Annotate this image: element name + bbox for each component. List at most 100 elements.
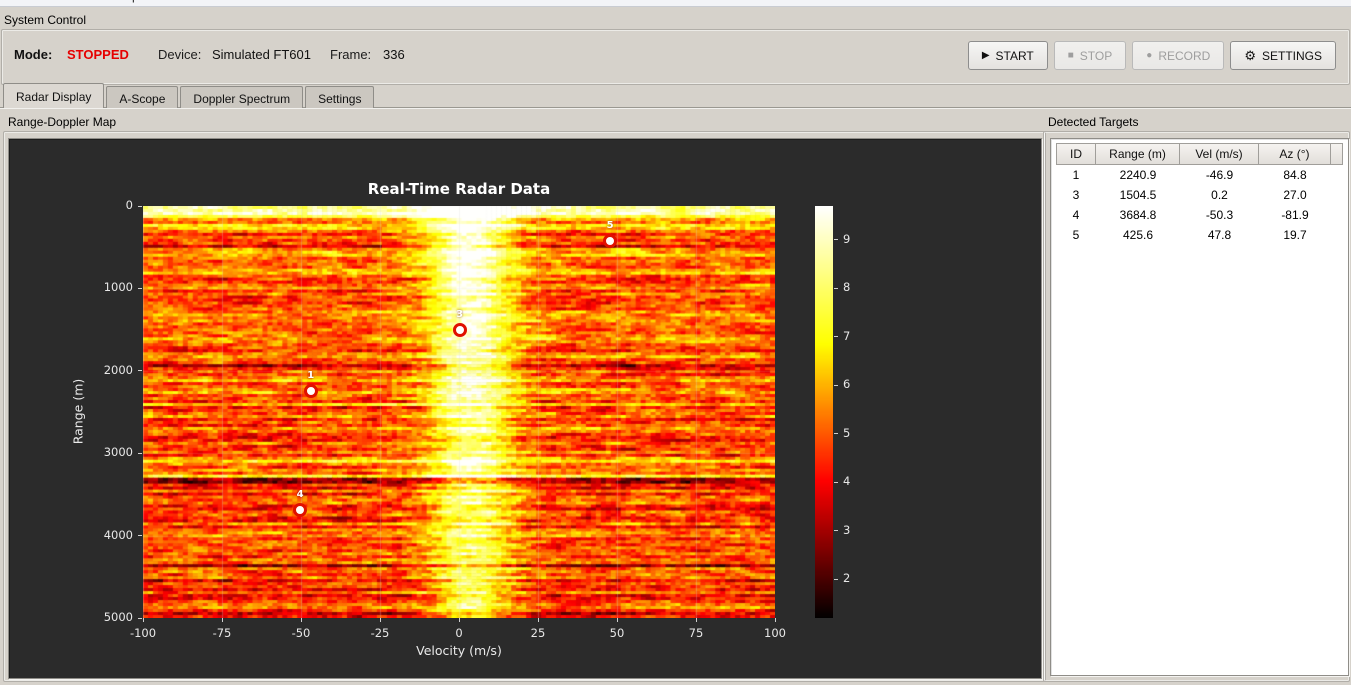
x-tick-label: 75: [688, 626, 704, 640]
tab-radar-display[interactable]: Radar Display: [3, 83, 105, 108]
detected-targets-panel: ID Range (m) Vel (m/s) Az (°) 1 2240.9 -46.9 84…: [1050, 138, 1349, 676]
range-doppler-heatmap: [143, 206, 775, 618]
table-cell: -46.9: [1205, 168, 1234, 182]
play-icon: ▶: [981, 50, 990, 61]
table-cell: 27.0: [1283, 188, 1307, 202]
target-marker-label-5: 5: [606, 220, 614, 232]
table-cell: 0.2: [1211, 188, 1228, 202]
target-marker-label-1: 1: [307, 369, 315, 381]
x-tick-mark: [379, 618, 381, 622]
colorbar-tick-label: 9: [843, 231, 851, 246]
column-header-id[interactable]: ID: [1056, 143, 1096, 165]
mode-label: Mode:: [14, 47, 53, 62]
colorbar-tick-mark: [834, 433, 838, 435]
frame-label: Frame:: [330, 47, 372, 62]
table-cell: -50.3: [1205, 208, 1234, 222]
tab-radar-display-label: Radar Display: [16, 90, 92, 104]
table-row[interactable]: 5 425.6 47.8 19.7: [1056, 225, 1343, 245]
table-cell: 425.6: [1122, 228, 1154, 242]
control-buttons: ▶ START ■ STOP ● RECORD ⚙ SETTINGS: [967, 41, 1336, 70]
x-tick-mark: [695, 618, 697, 622]
y-tick-label: 1000: [103, 280, 133, 295]
table-cell: 1504.5: [1119, 188, 1157, 202]
table-cell: 1: [1072, 168, 1080, 182]
y-tick-mark: [138, 535, 142, 537]
x-tick-label: -50: [291, 626, 311, 640]
colorbar-tick-label: 8: [843, 280, 851, 295]
device-label: Device:: [158, 47, 202, 62]
record-button-label: RECORD: [1158, 48, 1211, 63]
tab-doppler-spectrum[interactable]: Doppler Spectrum: [180, 86, 304, 108]
colorbar-tick-mark: [834, 384, 838, 386]
colorbar-tick-label: 7: [843, 328, 851, 343]
x-tick-label: 50: [609, 626, 625, 640]
column-header-filler[interactable]: [1331, 143, 1343, 165]
start-button[interactable]: ▶ START: [967, 41, 1048, 70]
table-cell: 3684.8: [1119, 208, 1157, 222]
radar-app-window: File View Tools Help System Control Mode…: [0, 0, 1351, 685]
x-tick-mark: [142, 618, 144, 622]
table-cell: 3: [1072, 188, 1080, 202]
tab-a-scope-label: A-Scope: [119, 91, 166, 106]
settings-button-label: SETTINGS: [1261, 48, 1322, 63]
table-cell: 5: [1072, 228, 1080, 242]
device-value: Simulated FT601: [212, 47, 311, 62]
gear-icon: ⚙: [1244, 47, 1256, 63]
tab-settings[interactable]: Settings: [305, 86, 375, 108]
y-tick-label: 5000: [103, 610, 133, 624]
x-tick-label: -100: [129, 626, 157, 640]
y-tick-label: 0: [125, 198, 133, 212]
column-header-az[interactable]: Az (°): [1259, 143, 1331, 165]
x-tick-label: -25: [370, 626, 390, 640]
table-row[interactable]: 1 2240.9 -46.9 84.8: [1056, 165, 1343, 185]
table-header-row: ID Range (m) Vel (m/s) Az (°): [1056, 143, 1343, 165]
x-tick-mark: [300, 618, 302, 622]
colorbar-tick-mark: [834, 336, 838, 338]
menu-tools[interactable]: Tools: [72, 0, 100, 3]
system-control-group-label: System Control: [2, 13, 89, 27]
menu-bar: File View Tools Help: [0, 0, 1351, 7]
x-axis-label: Velocity (m/s): [416, 643, 502, 658]
y-tick-mark: [138, 287, 142, 289]
colorbar-tick-label: 5: [843, 425, 851, 440]
x-tick-mark: [616, 618, 618, 622]
colorbar-tick-label: 3: [843, 522, 851, 537]
table-cell: -81.9: [1281, 208, 1309, 222]
y-tick-mark: [138, 617, 142, 619]
table-cell: 4: [1072, 208, 1080, 222]
x-tick-mark: [774, 618, 776, 622]
table-row[interactable]: 3 1504.5 0.2 27.0: [1056, 185, 1343, 205]
range-doppler-plot: Real-Time Radar Data -100 -75 -50 -25 0 25 50 7…: [8, 138, 1042, 679]
colorbar-tick-label: 6: [843, 377, 851, 392]
stop-button[interactable]: ■ STOP: [1053, 41, 1127, 70]
menu-help[interactable]: Help: [114, 0, 139, 3]
record-button[interactable]: ● RECORD: [1132, 41, 1225, 70]
table-cell: 84.8: [1283, 168, 1307, 182]
settings-button[interactable]: ⚙ SETTINGS: [1230, 41, 1336, 70]
record-icon: ●: [1146, 50, 1153, 61]
range-doppler-map-label: Range-Doppler Map: [8, 115, 117, 129]
start-button-label: START: [995, 48, 1034, 63]
target-marker-4: [293, 502, 308, 517]
stop-icon: ■: [1067, 50, 1074, 61]
y-tick-label: 4000: [103, 527, 133, 542]
target-marker-3: [452, 322, 467, 337]
menu-view[interactable]: View: [36, 0, 62, 3]
tab-doppler-spectrum-label: Doppler Spectrum: [193, 91, 291, 106]
colorbar-tick-label: 4: [843, 474, 851, 489]
detected-targets-table: ID Range (m) Vel (m/s) Az (°) 1 2240.9 -46.9 84…: [1056, 143, 1343, 245]
column-header-range[interactable]: Range (m): [1096, 143, 1180, 165]
tab-a-scope[interactable]: A-Scope: [106, 86, 179, 108]
mode-value-stopped: STOPPED: [67, 47, 129, 62]
colorbar-tick-mark: [834, 481, 838, 483]
table-row[interactable]: 4 3684.8 -50.3 -81.9: [1056, 205, 1343, 225]
x-tick-label: -75: [212, 626, 232, 640]
menu-file[interactable]: File: [8, 0, 27, 3]
colorbar-tick-mark: [834, 530, 838, 532]
colorbar-tick-mark: [834, 578, 838, 580]
target-marker-label-4: 4: [296, 488, 304, 500]
colorbar-tick-label: 2: [843, 571, 851, 586]
x-tick-label: 100: [764, 626, 786, 640]
column-header-vel[interactable]: Vel (m/s): [1180, 143, 1259, 165]
detected-targets-label: Detected Targets: [1048, 115, 1139, 129]
